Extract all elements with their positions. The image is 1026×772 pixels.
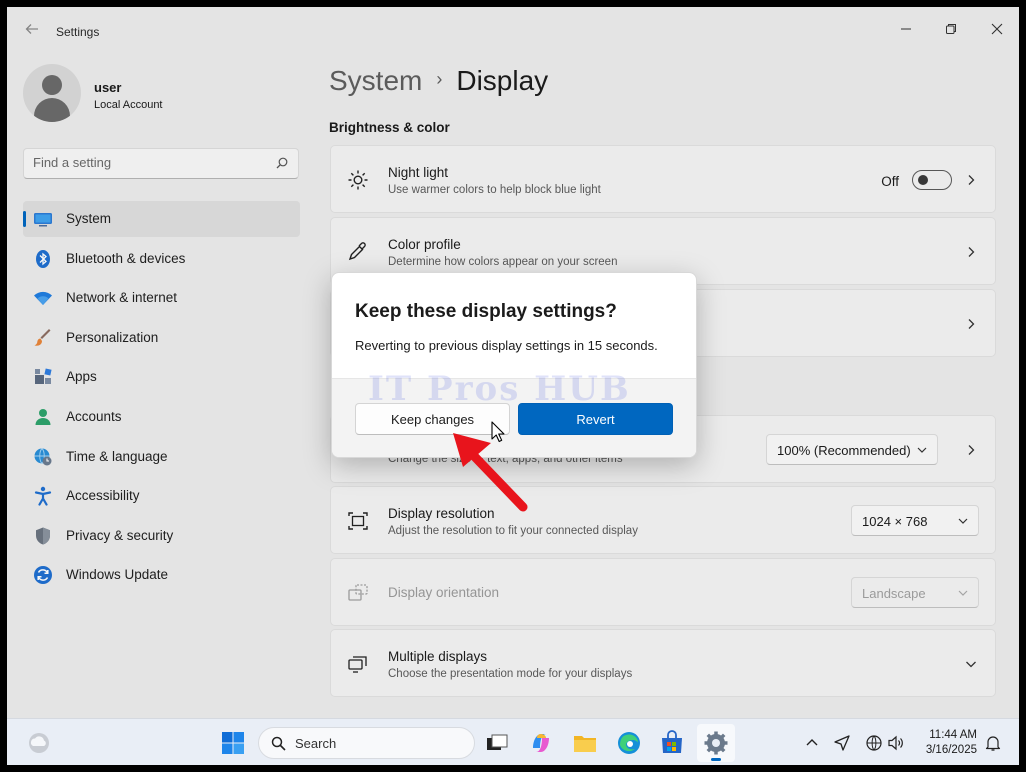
chevron-up-icon[interactable] [803,734,821,752]
weather-widget-icon[interactable] [27,731,51,755]
taskbar-clock[interactable]: 11:44 AM 3/16/2025 [909,728,977,758]
copilot-icon[interactable] [528,730,554,756]
red-arrow-icon [453,433,528,512]
clock-date: 3/16/2025 [925,744,977,756]
search-icon [271,736,286,751]
task-view-icon[interactable] [484,730,510,756]
taskbar: Search 11:44 AM 3/16/2025 [7,718,1019,765]
notification-bell-icon[interactable] [984,734,1002,752]
microsoft-store-icon[interactable] [659,730,685,756]
taskbar-search[interactable]: Search [258,727,475,759]
volume-icon[interactable] [887,734,905,752]
desktop-screen: Settings user Local Account System Bluet… [7,7,1019,765]
location-arrow-icon[interactable] [833,734,851,752]
dialog-message: Reverting to previous display settings i… [355,338,658,353]
dialog-title: Keep these display settings? [355,301,617,322]
taskbar-search-label: Search [295,736,337,751]
mouse-cursor-icon [491,421,505,443]
network-globe-icon[interactable] [865,734,883,752]
taskbar-settings-app[interactable] [697,724,735,762]
edge-browser-icon[interactable] [616,730,642,756]
clock-time: 11:44 AM [929,729,977,741]
start-windows-icon[interactable] [220,730,246,756]
revert-button[interactable]: Revert [518,403,673,435]
file-explorer-icon[interactable] [572,730,598,756]
settings-gear-icon [704,731,728,755]
